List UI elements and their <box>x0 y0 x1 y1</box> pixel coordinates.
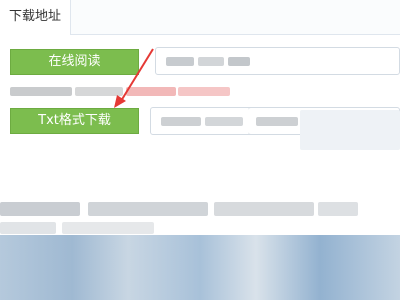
blurred-link-text <box>161 117 201 126</box>
read-online-link-field[interactable] <box>155 47 400 75</box>
blurred-link-text <box>198 57 224 66</box>
blurred-image-strip <box>0 235 400 300</box>
download-panel: 下载地址 在线阅读 Txt格式下载 <box>0 0 400 151</box>
blurred-text-line <box>88 202 208 216</box>
blurred-text-line <box>0 222 56 234</box>
blurred-note-text <box>126 87 176 96</box>
blurred-link-text <box>228 57 250 66</box>
blurred-note-text <box>178 87 230 96</box>
blurred-note-text <box>75 87 123 96</box>
blurred-link-text <box>205 117 243 126</box>
blurred-text-line <box>214 202 314 216</box>
blurred-link-text <box>166 57 194 66</box>
blurred-text-line <box>318 202 358 216</box>
blurred-link-text <box>256 117 298 126</box>
tab-bar: 下载地址 <box>0 0 400 35</box>
blurred-note-text <box>10 87 72 96</box>
blurred-text-line <box>62 222 154 234</box>
read-online-button[interactable]: 在线阅读 <box>10 49 139 75</box>
blurred-text-line <box>0 202 80 216</box>
tab-download-address[interactable]: 下载地址 <box>0 0 71 35</box>
screenshot-page: 下载地址 在线阅读 Txt格式下载 <box>0 0 400 300</box>
txt-download-button[interactable]: Txt格式下载 <box>10 108 139 134</box>
blurred-side-block <box>300 110 400 150</box>
